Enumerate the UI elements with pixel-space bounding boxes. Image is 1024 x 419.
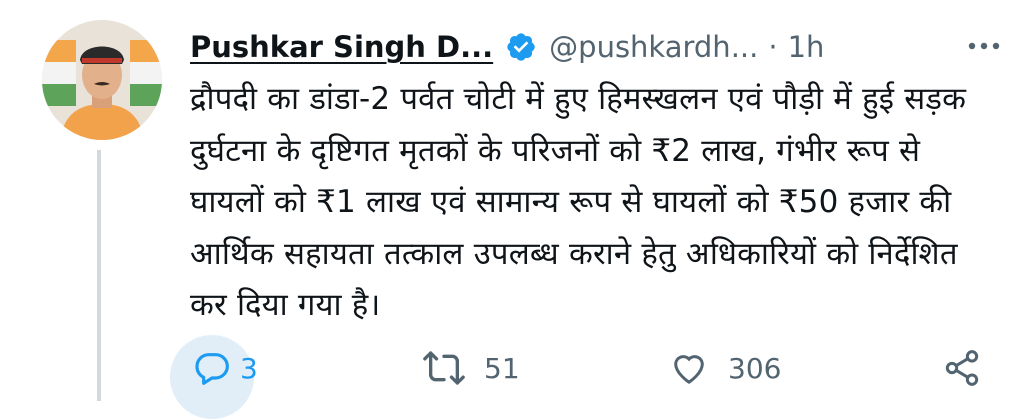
- more-horizontal-icon[interactable]: [964, 28, 1004, 64]
- like-count: 306: [728, 351, 782, 385]
- share-icon: [945, 350, 979, 386]
- tweet-actions: 3 51 306: [170, 335, 1000, 419]
- retweet-count: 51: [484, 351, 520, 385]
- retweet-icon: [423, 351, 465, 385]
- thread-line: [97, 150, 101, 401]
- separator-dot: ·: [768, 30, 778, 64]
- heart-icon: [674, 355, 704, 384]
- author-handle[interactable]: @pushkardh...: [549, 30, 758, 64]
- tweet-header: Pushkar Singh D... @pushkardh... · 1h: [190, 24, 1004, 70]
- share-button[interactable]: [942, 335, 982, 401]
- reply-count: 3: [240, 351, 258, 385]
- verified-badge-icon: [507, 33, 535, 61]
- like-button[interactable]: 306: [668, 335, 781, 401]
- reply-icon: [195, 353, 229, 385]
- avatar[interactable]: [42, 20, 162, 140]
- retweet-button[interactable]: 51: [422, 335, 520, 401]
- tweet-timestamp[interactable]: 1h: [788, 30, 825, 64]
- reply-button[interactable]: 3: [170, 335, 258, 419]
- avatar-image: [42, 20, 162, 140]
- tweet-text: द्रौपदी का डांडा-2 पर्वत चोटी में हुए हि…: [190, 81, 967, 323]
- author-display-name[interactable]: Pushkar Singh D...: [190, 30, 493, 64]
